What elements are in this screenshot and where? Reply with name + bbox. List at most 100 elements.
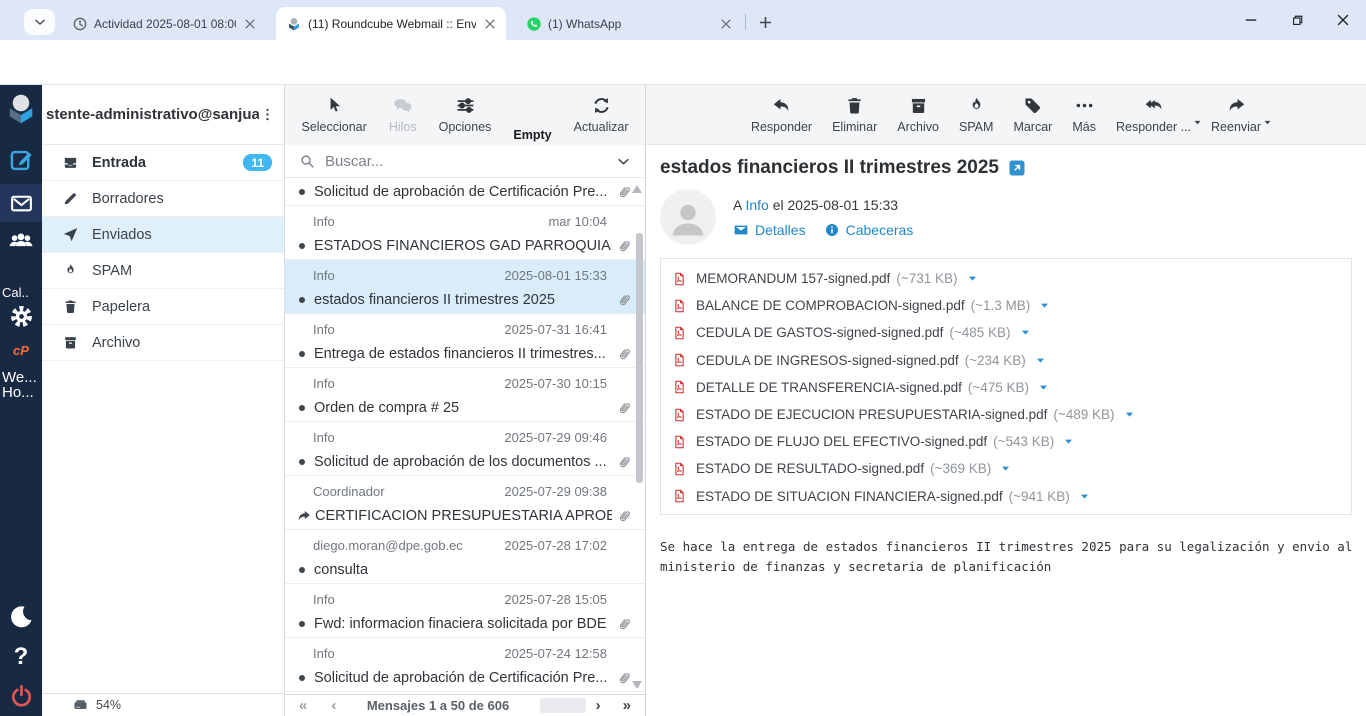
- close-icon[interactable]: [718, 16, 734, 32]
- page-jump-input[interactable]: [540, 698, 586, 713]
- folder-item-archivo[interactable]: Archivo: [42, 325, 284, 361]
- last-page-button[interactable]: »: [623, 697, 631, 714]
- attachment-menu-caret-icon[interactable]: [966, 272, 979, 285]
- attachment-menu-caret-icon[interactable]: [1038, 299, 1051, 312]
- message-mark-button[interactable]: Marcar: [1004, 93, 1061, 144]
- attachment-menu-caret-icon[interactable]: [1019, 326, 1032, 339]
- attachment-item[interactable]: ESTADO DE RESULTADO-signed.pdf (~369 KB): [672, 455, 1340, 482]
- flag-dot-icon: [299, 297, 305, 303]
- search-options-chevron-icon[interactable]: [616, 154, 631, 169]
- folder-label: Archivo: [92, 335, 140, 351]
- message-row[interactable]: Info 2025-07-24 12:58 Solicitud de aprob…: [285, 638, 645, 692]
- open-in-new-window-icon[interactable]: [1008, 159, 1026, 177]
- attachment-name[interactable]: ESTADO DE EJECUCION PRESUPUESTARIA-signe…: [696, 407, 1047, 422]
- attachment-item[interactable]: ESTADO DE EJECUCION PRESUPUESTARIA-signe…: [672, 401, 1340, 428]
- attachment-menu-caret-icon[interactable]: [1123, 408, 1136, 421]
- message-row[interactable]: Info 2025-07-29 09:46 Solicitud de aprob…: [285, 422, 645, 476]
- attachment-name[interactable]: ESTADO DE SITUACION FINANCIERA-signed.pd…: [696, 489, 1003, 504]
- window-close-button[interactable]: [1323, 6, 1363, 34]
- taskbar-mail[interactable]: [0, 184, 42, 222]
- message-row[interactable]: Info 2025-08-01 15:33 estados financiero…: [285, 260, 645, 314]
- message-reply-button[interactable]: Responder: [742, 93, 821, 144]
- message-row[interactable]: Info 2025-07-30 10:15 Orden de compra # …: [285, 368, 645, 422]
- window-minimize-button[interactable]: [1231, 6, 1271, 34]
- scroll-down-arrow[interactable]: [632, 681, 642, 689]
- message-reply-all-button[interactable]: Responder ...: [1107, 93, 1200, 144]
- list-options-button[interactable]: Opciones: [430, 93, 501, 145]
- message-row[interactable]: Coordinador 2025-07-29 09:38 CERTIFICACI…: [285, 476, 645, 530]
- message-spam-button[interactable]: SPAM: [950, 93, 1003, 144]
- attachment-item[interactable]: ESTADO DE SITUACION FINANCIERA-signed.pd…: [672, 483, 1340, 510]
- message-row[interactable]: Info 2025-07-31 16:41 Entrega de estados…: [285, 314, 645, 368]
- account-menu-icon[interactable]: [259, 106, 276, 123]
- account-header[interactable]: stente-administrativo@sanjuan.gob.ec: [42, 85, 284, 145]
- attachment-name[interactable]: ESTADO DE FLUJO DEL EFECTIVO-signed.pdf: [696, 434, 987, 449]
- next-page-button[interactable]: ›: [596, 697, 601, 714]
- taskbar-dark-mode[interactable]: [0, 603, 42, 631]
- search-input[interactable]: Buscar...: [325, 153, 383, 170]
- taskbar-help[interactable]: ?: [0, 643, 42, 671]
- taskbar-settings[interactable]: [0, 303, 42, 330]
- message-body: Se hace la entrega de estados financiero…: [660, 537, 1360, 576]
- close-icon[interactable]: [242, 16, 258, 32]
- attachment-item[interactable]: CEDULA DE INGRESOS-signed-signed.pdf (~2…: [672, 347, 1340, 374]
- message-forward-button[interactable]: Reenviar: [1202, 93, 1270, 144]
- recipient-link[interactable]: Info: [745, 197, 768, 213]
- tab-search-button[interactable]: [24, 9, 55, 35]
- attachment-name[interactable]: CEDULA DE INGRESOS-signed-signed.pdf: [696, 353, 959, 368]
- message-row[interactable]: Info 2025-07-28 15:05 Fwd: informacion f…: [285, 584, 645, 638]
- close-icon[interactable]: [482, 16, 498, 32]
- attachment-name[interactable]: MEMORANDUM 157-signed.pdf: [696, 271, 890, 286]
- message-archive-button[interactable]: Archivo: [888, 93, 948, 144]
- attachment-menu-caret-icon[interactable]: [999, 462, 1012, 475]
- search-bar[interactable]: Buscar...: [285, 145, 645, 178]
- attachment-item[interactable]: MEMORANDUM 157-signed.pdf (~731 KB): [672, 265, 1340, 292]
- browser-tab-roundcube[interactable]: (11) Roundcube Webmail :: Envi: [276, 7, 506, 40]
- attachment-name[interactable]: BALANCE DE COMPROBACION-signed.pdf: [696, 298, 965, 313]
- first-page-button[interactable]: «: [299, 697, 307, 714]
- headers-link[interactable]: Cabeceras: [824, 222, 914, 238]
- attachment-name[interactable]: ESTADO DE RESULTADO-signed.pdf: [696, 461, 924, 476]
- attachment-menu-caret-icon[interactable]: [1078, 490, 1091, 503]
- taskbar-contacts[interactable]: [0, 227, 42, 255]
- attachment-item[interactable]: CEDULA DE GASTOS-signed-signed.pdf (~485…: [672, 319, 1340, 346]
- toolbar-button-label: Más: [1072, 120, 1096, 134]
- window-restore-button[interactable]: [1277, 6, 1317, 34]
- taskbar-cpanel[interactable]: cP: [0, 343, 42, 358]
- taskbar-calendar[interactable]: Cal..: [0, 285, 42, 300]
- message-row[interactable]: Info mar 10:04 ESTADOS FINANCIEROS GAD P…: [285, 206, 645, 260]
- dropdown-caret-icon[interactable]: [1262, 117, 1273, 128]
- attachment-menu-caret-icon[interactable]: [1034, 354, 1047, 367]
- message-more-button[interactable]: Más: [1063, 93, 1105, 144]
- browser-tab-whatsapp[interactable]: (1) WhatsApp: [516, 7, 742, 40]
- folder-item-borradores[interactable]: Borradores: [42, 181, 284, 217]
- folder-item-entrada[interactable]: Entrada 11: [42, 145, 284, 181]
- list-empty-button[interactable]: Empty: [504, 93, 560, 145]
- folder-item-enviados[interactable]: Enviados: [42, 217, 284, 253]
- message-row[interactable]: Solicitud de aprobación de Certificación…: [285, 178, 645, 206]
- scroll-up-arrow[interactable]: [632, 185, 642, 193]
- attachment-name[interactable]: CEDULA DE GASTOS-signed-signed.pdf: [696, 325, 943, 340]
- message-row[interactable]: diego.moran@dpe.gob.ec 2025-07-28 17:02 …: [285, 530, 645, 584]
- attachment-name[interactable]: DETALLE DE TRANSFERENCIA-signed.pdf: [696, 380, 962, 395]
- browser-tab-activity[interactable]: Actividad 2025-08-01 08:00:00: [62, 7, 266, 40]
- attachment-menu-caret-icon[interactable]: [1037, 381, 1050, 394]
- folder-item-spam[interactable]: SPAM: [42, 253, 284, 289]
- list-threads-button[interactable]: Hilos: [380, 93, 426, 145]
- message-delete-button[interactable]: Eliminar: [823, 93, 886, 144]
- attachment-item[interactable]: DETALLE DE TRANSFERENCIA-signed.pdf (~47…: [672, 374, 1340, 401]
- folder-item-papelera[interactable]: Papelera: [42, 289, 284, 325]
- unread-count-badge: 11: [243, 154, 272, 171]
- taskbar-logout[interactable]: [0, 683, 42, 710]
- taskbar-webmail-home[interactable]: We...Ho...: [0, 370, 42, 400]
- attachment-menu-caret-icon[interactable]: [1062, 435, 1075, 448]
- attachment-item[interactable]: BALANCE DE COMPROBACION-signed.pdf (~1.3…: [672, 292, 1340, 319]
- list-scrollbar[interactable]: [636, 233, 643, 483]
- details-link[interactable]: Detalles: [733, 222, 806, 238]
- new-tab-button[interactable]: [752, 9, 778, 35]
- message-subject: Solicitud de aprobación de los documento…: [314, 454, 612, 470]
- list-select-button[interactable]: Seleccionar: [292, 93, 375, 145]
- taskbar-compose[interactable]: [0, 147, 42, 174]
- attachment-item[interactable]: ESTADO DE FLUJO DEL EFECTIVO-signed.pdf …: [672, 428, 1340, 455]
- list-refresh-button[interactable]: Actualizar: [565, 93, 638, 145]
